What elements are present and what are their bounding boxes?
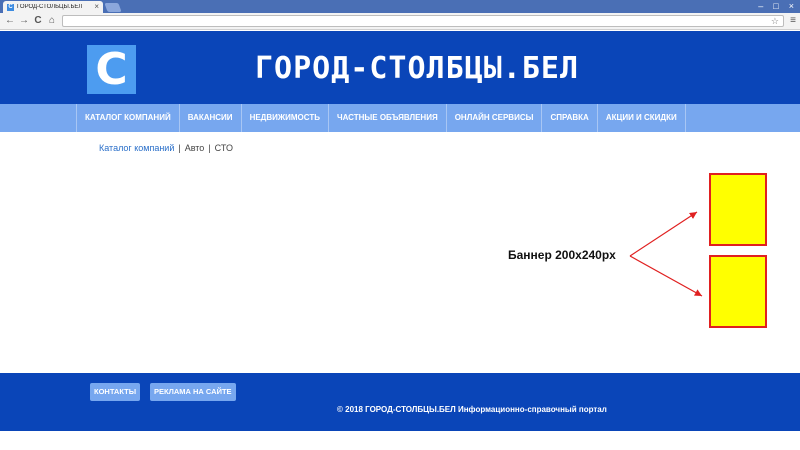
advertising-button[interactable]: РЕКЛАМА НА САЙТЕ <box>150 383 236 401</box>
tab-strip: C ГОРОД-СТОЛБЦЫ.БЕЛ × – □ × <box>0 0 800 13</box>
banner-slot-top[interactable] <box>709 173 767 246</box>
browser-tab[interactable]: C ГОРОД-СТОЛБЦЫ.БЕЛ × <box>3 1 103 13</box>
arrow-to-bottom-banner <box>629 255 703 297</box>
copyright-text: © 2018 ГОРОД-СТОЛБЦЫ.БЕЛ Информационно-с… <box>337 405 607 414</box>
close-window-icon[interactable]: × <box>789 0 794 12</box>
nav-item-vacancies[interactable]: ВАКАНСИИ <box>180 104 242 132</box>
breadcrumb-item-auto[interactable]: Авто <box>185 143 205 153</box>
site-logo[interactable]: C <box>87 45 136 94</box>
minimize-icon[interactable]: – <box>758 0 763 12</box>
nav-item-promotions[interactable]: АКЦИИ И СКИДКИ <box>598 104 686 132</box>
new-tab-button[interactable] <box>104 3 122 12</box>
tab-title: ГОРОД-СТОЛБЦЫ.БЕЛ <box>17 4 83 10</box>
breadcrumb-separator: | <box>178 143 181 153</box>
home-icon[interactable]: ⌂ <box>46 14 58 28</box>
nav-item-private-ads[interactable]: ЧАСТНЫЕ ОБЪЯВЛЕНИЯ <box>329 104 447 132</box>
arrow-to-top-banner <box>629 211 698 257</box>
nav-item-online-services[interactable]: ОНЛАЙН СЕРВИСЫ <box>447 104 543 132</box>
breadcrumb-link-catalog[interactable]: Каталог компаний <box>99 143 174 153</box>
nav-item-real-estate[interactable]: НЕДВИЖИМОСТЬ <box>242 104 329 132</box>
banner-size-label: Баннер 200х240px <box>508 248 616 262</box>
browser-menu-icon[interactable]: ≡ <box>790 14 796 28</box>
forward-icon[interactable]: → <box>18 14 30 28</box>
bookmark-star-icon[interactable]: ☆ <box>771 16 779 27</box>
site-header: C ГОРОД-СТОЛБЦЫ.БЕЛ <box>0 31 800 104</box>
breadcrumb: Каталог компаний | Авто | СТО <box>99 143 233 153</box>
contacts-button[interactable]: КОНТАКТЫ <box>90 383 141 401</box>
main-nav: КАТАЛОГ КОМПАНИЙ ВАКАНСИИ НЕДВИЖИМОСТЬ Ч… <box>0 104 800 132</box>
back-icon[interactable]: ← <box>4 14 16 28</box>
nav-item-help[interactable]: СПРАВКА <box>542 104 598 132</box>
browser-toolbar: ← → C ⌂ ☆ ≡ <box>0 13 800 30</box>
breadcrumb-separator: | <box>208 143 211 153</box>
favicon-icon: C <box>7 3 14 11</box>
reload-icon[interactable]: C <box>32 14 44 28</box>
browser-window: C ГОРОД-СТОЛБЦЫ.БЕЛ × – □ × ← → C ⌂ ☆ ≡ … <box>0 0 800 450</box>
nav-item-catalog[interactable]: КАТАЛОГ КОМПАНИЙ <box>76 104 180 132</box>
site-title[interactable]: ГОРОД-СТОЛБЦЫ.БЕЛ <box>255 51 579 86</box>
close-tab-icon[interactable]: × <box>94 2 99 12</box>
breadcrumb-item-current: СТО <box>214 143 233 153</box>
maximize-icon[interactable]: □ <box>773 0 778 12</box>
banner-slot-bottom[interactable] <box>709 255 767 328</box>
address-bar[interactable]: ☆ <box>62 15 784 27</box>
site-footer: КОНТАКТЫ РЕКЛАМА НА САЙТЕ © 2018 ГОРОД-С… <box>0 373 800 431</box>
window-controls: – □ × <box>758 0 794 12</box>
